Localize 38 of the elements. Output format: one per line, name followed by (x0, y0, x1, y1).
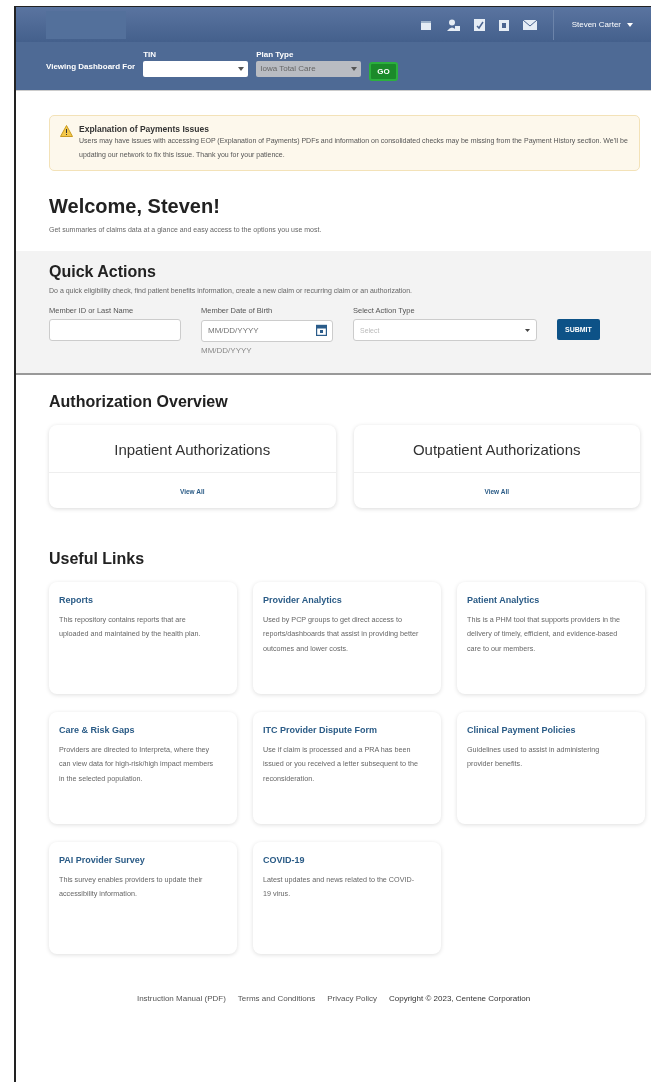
card-link[interactable]: PAI Provider Survey (59, 854, 215, 865)
field-label: Plan Type (256, 49, 295, 59)
copyright-text: Copyright © 2023, Centene Corporation (389, 993, 531, 1003)
calendar-icon (316, 324, 327, 336)
dropdown-field[interactable] (143, 60, 249, 77)
user-menu[interactable]: Steven Carter (571, 20, 641, 29)
caret-icon (525, 328, 530, 332)
person-icon[interactable] (445, 18, 460, 31)
section-heading: Quick Actions (49, 263, 157, 281)
calendar-icon[interactable] (419, 18, 432, 31)
warning-icon (60, 125, 73, 137)
caret-icon (351, 66, 358, 71)
notice-title: Explanation of Payments Issues (79, 124, 210, 134)
go-button[interactable]: GO (369, 61, 398, 81)
caret-icon (627, 22, 633, 27)
footer-link[interactable]: Terms and Conditions (237, 993, 316, 1003)
card-title: Inpatient Authorizations (49, 424, 336, 473)
caret-icon (238, 66, 245, 71)
field-hint: MM/DD/YYYY (201, 345, 253, 355)
card-link[interactable]: Provider Analytics (263, 594, 419, 605)
mail-icon[interactable] (522, 19, 537, 30)
input-field[interactable] (49, 319, 181, 341)
filter-label: Viewing Dashboard For (46, 61, 136, 71)
card-title: Outpatient Authorizations (353, 424, 640, 473)
date-field[interactable]: MM/DD/YYYY (201, 319, 333, 342)
document-icon[interactable] (473, 18, 485, 31)
footer-link[interactable]: Privacy Policy (327, 993, 377, 1003)
welcome-heading: Welcome, Steven! (49, 195, 221, 218)
section-heading: Useful Links (49, 549, 146, 568)
field-label: TIN (143, 49, 158, 59)
card-link[interactable]: Care & Risk Gaps (59, 724, 215, 735)
card-link[interactable]: ITC Provider Dispute Form (263, 724, 419, 735)
card-link[interactable]: COVID-19 (263, 854, 419, 865)
card-link[interactable]: Patient Analytics (467, 594, 623, 605)
card-link[interactable]: Clinical Payment Policies (467, 724, 623, 735)
card-link[interactable]: Reports (59, 594, 215, 605)
section-heading: Authorization Overview (49, 392, 229, 411)
footer-link[interactable]: Instruction Manual (PDF) (136, 993, 226, 1003)
